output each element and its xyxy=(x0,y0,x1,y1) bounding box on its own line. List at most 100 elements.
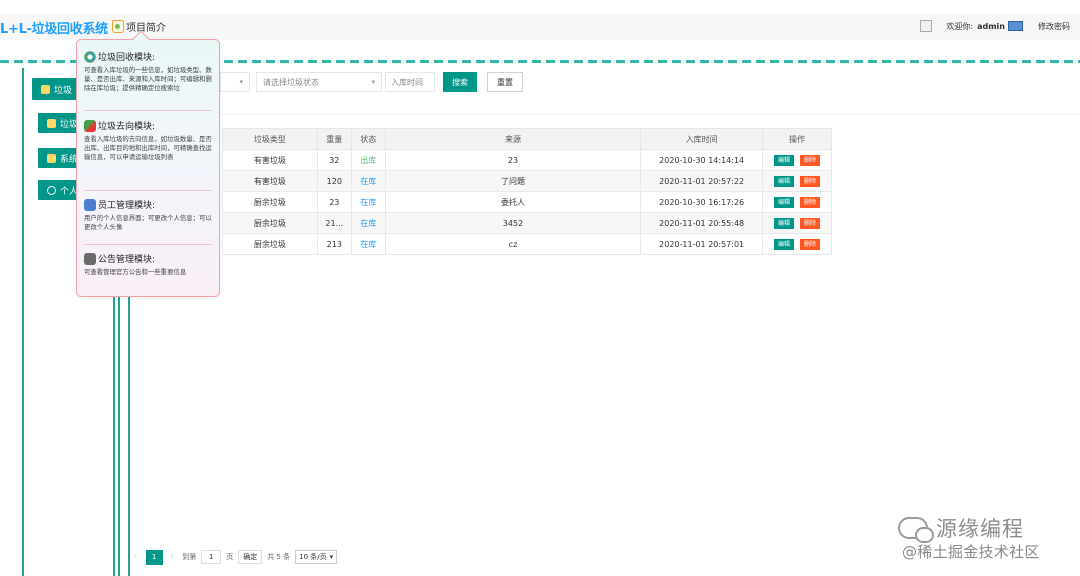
chevron-down-icon: ▾ xyxy=(371,78,375,86)
column-header-type[interactable]: 垃圾类型 xyxy=(222,128,318,150)
delete-button[interactable]: 删除 xyxy=(800,238,821,250)
column-header-time[interactable]: 入库时间 xyxy=(640,128,764,150)
cell-type: 有害垃圾 xyxy=(222,149,318,171)
edit-button[interactable]: 编辑 xyxy=(774,196,795,208)
cell-weight: 213 xyxy=(316,233,352,255)
reset-button[interactable]: 重置 xyxy=(487,72,523,92)
broken-image-icon xyxy=(920,20,933,32)
cell-weight: 21... xyxy=(316,212,352,234)
cell-time: 2020-10-30 14:14:14 xyxy=(640,149,764,171)
status-select[interactable]: 请选择垃圾状态 ▾ xyxy=(256,72,382,92)
cell-type: 厨余垃圾 xyxy=(222,233,318,255)
cell-status: 在库 xyxy=(350,233,386,255)
cell-source: 3452 xyxy=(384,212,642,234)
module-desc: 查看入库垃圾的去向信息，如垃圾数量、是否出库、出库目的地和出库时间，可精确查找运… xyxy=(84,135,212,161)
edit-button[interactable]: 编辑 xyxy=(774,238,795,250)
garbage-table: 垃圾类型 重量 状态 来源 入库时间 操作 有害垃圾 32 出库 23 2020… xyxy=(222,128,832,255)
column-header-source[interactable]: 来源 xyxy=(384,128,642,150)
chevron-down-icon: ▾ xyxy=(329,553,334,561)
cell-time: 2020-11-01 20:57:22 xyxy=(640,170,764,192)
cell-time: 2020-11-01 20:57:01 xyxy=(640,233,764,255)
toolbar-divider xyxy=(130,114,1080,115)
cell-weight: 120 xyxy=(316,170,352,192)
cell-time: 2020-10-30 16:17:26 xyxy=(640,191,764,213)
module-title: 员工管理模块: xyxy=(98,201,156,211)
user-icon xyxy=(47,185,56,195)
cell-weight: 23 xyxy=(316,191,352,213)
app-title: L+L-垃圾回收系统 xyxy=(0,22,108,37)
watermark-title: 源缘编程 xyxy=(898,513,1024,543)
user-avatar-icon[interactable] xyxy=(1008,21,1023,31)
next-page-icon[interactable]: › xyxy=(171,552,175,562)
confirm-button[interactable]: 确定 xyxy=(238,550,263,564)
cell-status: 在库 xyxy=(350,212,386,234)
edit-button[interactable]: 编辑 xyxy=(774,154,795,166)
welcome-text: 欢迎你: xyxy=(946,21,974,31)
type-select[interactable]: ▾ xyxy=(220,72,250,92)
status-select-placeholder: 请选择垃圾状态 xyxy=(263,77,319,87)
page-size-value: 10 条/页 xyxy=(299,553,327,561)
cell-ops: 编辑 删除 xyxy=(762,212,832,234)
change-password-link[interactable]: 修改密码 xyxy=(1038,21,1070,32)
staff-icon xyxy=(84,198,96,211)
delete-button[interactable]: 删除 xyxy=(800,175,821,187)
delete-button[interactable]: 删除 xyxy=(800,217,821,229)
edit-button[interactable]: 编辑 xyxy=(774,217,795,229)
wechat-icon xyxy=(898,517,934,543)
page-input[interactable]: 1 xyxy=(201,550,222,564)
total-count: 共 5 条 xyxy=(267,553,291,561)
recycle-icon xyxy=(84,50,96,63)
cell-source: 了问题 xyxy=(384,170,642,192)
cell-status: 在库 xyxy=(350,191,386,213)
page-unit: 页 xyxy=(226,553,234,561)
recycle-icon xyxy=(41,84,50,94)
header-right: 欢迎你: admin 修改密码 xyxy=(920,20,1070,32)
goto-label: 到第 xyxy=(182,553,197,561)
cell-status: 在库 xyxy=(350,170,386,192)
flow-icon xyxy=(84,119,96,132)
notice-icon xyxy=(84,252,96,265)
cell-time: 2020-11-01 20:55:48 xyxy=(640,212,764,234)
module-title: 垃圾去向模块: xyxy=(98,122,156,132)
chevron-down-icon: ▾ xyxy=(239,78,243,86)
top-header: L+L-垃圾回收系统 项目简介 欢迎你: admin 修改密码 xyxy=(0,14,1080,40)
table-row[interactable]: 厨余垃圾 23 在库 委托人 2020-10-30 16:17:26 编辑 删除 xyxy=(222,191,832,213)
sidebar-item-label: 垃圾 xyxy=(54,85,73,96)
system-icon xyxy=(47,153,56,163)
project-intro-popup: 垃圾回收模块: 可查看入库垃圾的一些信息，如垃圾类型、数量、是否出库、来源和入库… xyxy=(76,39,220,297)
table-row[interactable]: 有害垃圾 32 出库 23 2020-10-30 14:14:14 编辑 删除 xyxy=(222,149,832,171)
module-desc: 可查看管理官方公告和一些重要信息 xyxy=(84,268,187,276)
username: admin xyxy=(977,21,1005,31)
project-intro-label: 项目简介 xyxy=(126,23,166,34)
current-page[interactable]: 1 xyxy=(145,549,163,565)
date-input[interactable]: 入库时间 xyxy=(385,72,435,92)
prev-page-icon[interactable]: ‹ xyxy=(134,552,138,562)
content-frame-line xyxy=(118,280,120,576)
date-input-placeholder: 入库时间 xyxy=(391,77,423,87)
search-button[interactable]: 搜索 xyxy=(443,72,477,92)
page-size-select[interactable]: 10 条/页 ▾ xyxy=(295,550,338,564)
module-recycle: 垃圾回收模块: 可查看入库垃圾的一些信息，如垃圾类型、数量、是否出库、来源和入库… xyxy=(84,47,212,111)
cell-source: 委托人 xyxy=(384,191,642,213)
module-notice: 公告管理模块: 可查看管理官方公告和一些重要信息 xyxy=(84,249,212,282)
delete-button[interactable]: 删除 xyxy=(800,154,821,166)
column-header-weight[interactable]: 重量 xyxy=(316,128,352,150)
pagination: ‹ 1 › 到第 1 页 确定 共 5 条 10 条/页 ▾ xyxy=(134,548,338,566)
column-header-ops: 操作 xyxy=(762,128,832,150)
column-header-status[interactable]: 状态 xyxy=(350,128,386,150)
table-row[interactable]: 厨余垃圾 213 在库 cz 2020-11-01 20:57:01 编辑 删除 xyxy=(222,233,832,255)
cell-type: 厨余垃圾 xyxy=(222,191,318,213)
cell-status: 出库 xyxy=(350,149,386,171)
table-row[interactable]: 厨余垃圾 21... 在库 3452 2020-11-01 20:55:48 编… xyxy=(222,212,832,234)
table-row[interactable]: 有害垃圾 120 在库 了问题 2020-11-01 20:57:22 编辑 删除 xyxy=(222,170,832,192)
cell-source: cz xyxy=(384,233,642,255)
content-frame-line xyxy=(128,280,130,576)
module-title: 垃圾回收模块: xyxy=(98,53,156,63)
cell-source: 23 xyxy=(384,149,642,171)
edit-button[interactable]: 编辑 xyxy=(774,175,795,187)
cell-type: 有害垃圾 xyxy=(222,170,318,192)
cell-weight: 32 xyxy=(316,149,352,171)
table-header-row: 垃圾类型 重量 状态 来源 入库时间 操作 xyxy=(222,128,832,150)
watermark-source: @稀土掘金技术社区 xyxy=(902,543,1040,561)
delete-button[interactable]: 删除 xyxy=(800,196,821,208)
